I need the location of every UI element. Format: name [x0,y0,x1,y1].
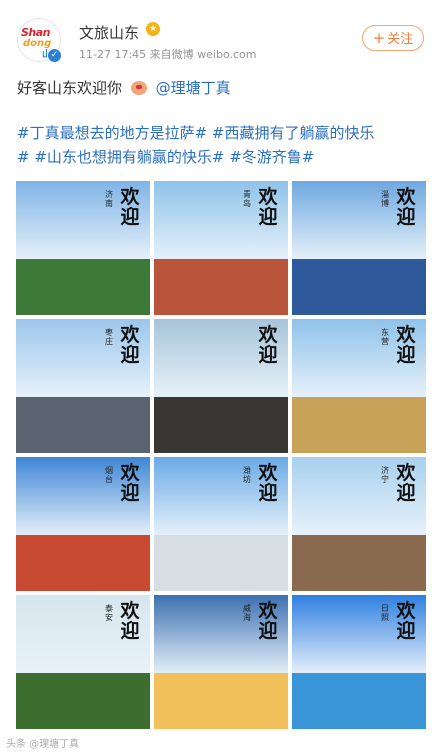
city-label: 泰安 [105,604,113,622]
post-greeting-line: 好客山东欢迎你 @理塘丁真 [17,77,231,98]
welcome-title: 欢迎 [396,186,416,228]
grid-image[interactable]: 欢迎 济宁 [292,457,426,591]
city-label: 威海 [243,604,251,622]
post-time: 11-27 17:45 [79,48,147,61]
grid-image[interactable]: 欢迎 淄博 [292,181,426,315]
plus-icon: + [372,29,386,47]
topic-line-1[interactable]: #丁真最想去的地方是拉萨# #西藏拥有了躺赢的快乐 [17,121,427,145]
city-label: 东营 [381,328,389,346]
post-header: Shan dong 山东 ✓ 文旅山东 ★ 11-27 17:45 来自微博 w… [0,0,440,70]
city-label: 济宁 [381,466,389,484]
grid-image[interactable]: 欢迎 泰安 [16,595,150,729]
post-meta: 11-27 17:45 来自微博 weibo.com [79,46,257,62]
grid-image[interactable]: 欢迎 威海 [154,595,288,729]
grid-image[interactable]: 欢迎 日照 [292,595,426,729]
vip-badge-icon: ★ [146,22,160,36]
welcome-title: 欢迎 [396,600,416,642]
welcome-title: 欢迎 [258,462,278,504]
grid-image[interactable]: 欢迎 潍坊 [154,457,288,591]
topic-tags: #丁真最想去的地方是拉萨# #西藏拥有了躺赢的快乐 # #山东也想拥有躺赢的快乐… [17,121,427,169]
welcome-title: 欢迎 [120,600,140,642]
city-label: 淄博 [381,190,389,208]
welcome-title: 欢迎 [120,324,140,366]
city-label: 烟台 [105,466,113,484]
grid-image[interactable]: 欢迎 东营 [292,319,426,453]
follow-label: 关注 [387,32,414,47]
welcome-title: 欢迎 [120,186,140,228]
city-label: 日照 [381,604,389,622]
welcome-title: 欢迎 [396,324,416,366]
author-name[interactable]: 文旅山东 [79,22,139,43]
chick-emoji-icon [130,81,147,95]
grid-image[interactable]: 欢迎 烟台 [16,457,150,591]
watermark: 头条 @理塘丁真 [6,739,80,750]
welcome-title: 欢迎 [258,324,278,366]
mention-link[interactable]: @理塘丁真 [156,79,231,97]
welcome-title: 欢迎 [258,186,278,228]
welcome-title: 欢迎 [258,600,278,642]
topic-line-2[interactable]: # #山东也想拥有躺赢的快乐# #冬游齐鲁# [17,145,427,169]
follow-button[interactable]: + 关注 [362,25,424,51]
welcome-title: 欢迎 [120,462,140,504]
welcome-title: 欢迎 [396,462,416,504]
greeting-text: 好客山东欢迎你 [17,79,123,97]
city-label: 青岛 [243,190,251,208]
grid-image[interactable]: 欢迎 枣庄 [16,319,150,453]
verified-icon: ✓ [47,48,62,63]
city-label: 枣庄 [105,328,113,346]
grid-image[interactable]: 欢迎 [154,319,288,453]
grid-image[interactable]: 欢迎 济南 [16,181,150,315]
grid-image[interactable]: 欢迎 青岛 [154,181,288,315]
city-label: 济南 [105,190,113,208]
city-label: 潍坊 [243,466,251,484]
post-source: 来自微博 weibo.com [149,48,257,61]
